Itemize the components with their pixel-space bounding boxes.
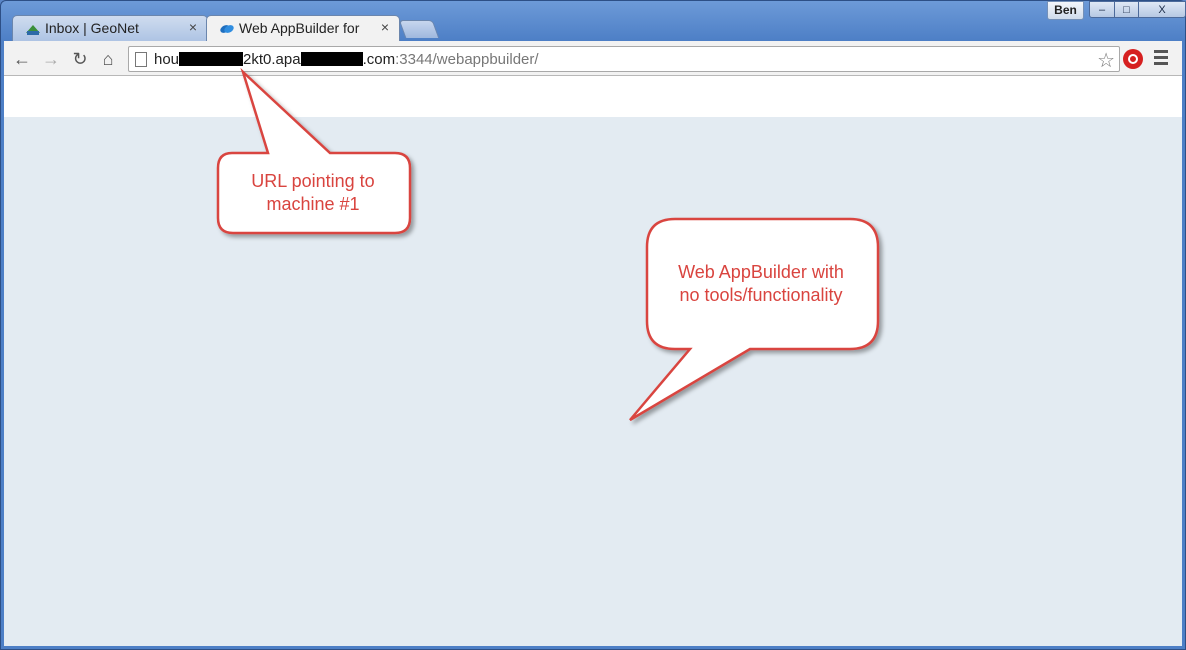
webappbuilder-icon [220, 25, 234, 33]
callout-url-text: URL pointing to machine #1 [218, 170, 408, 216]
close-tab-icon[interactable]: × [381, 19, 389, 35]
callout-shapes [216, 67, 880, 422]
callout-line: machine #1 [266, 194, 360, 214]
tab-web-appbuilder[interactable]: Web AppBuilder for × [206, 15, 400, 41]
callout-appbuilder-bubble [629, 217, 880, 422]
callout-appbuilder-text: Web AppBuilder with no tools/functionali… [648, 261, 874, 307]
tab-title: Web AppBuilder for [239, 20, 360, 36]
callout-line: no tools/functionality [679, 285, 843, 305]
callout-line: Web AppBuilder with [678, 262, 844, 282]
callout-line: URL pointing to [251, 171, 375, 191]
